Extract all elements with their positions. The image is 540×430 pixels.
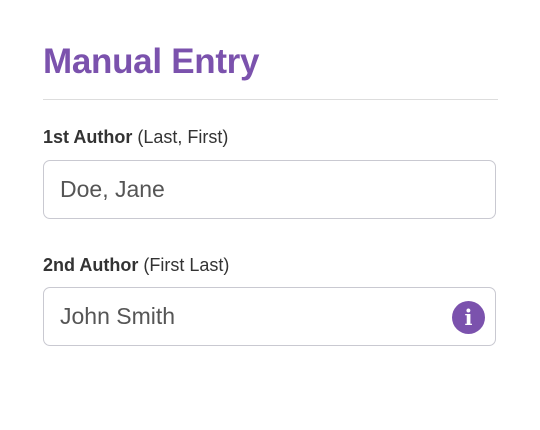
first-author-input[interactable]: [44, 161, 495, 218]
second-author-label: 2nd Author (First Last): [43, 256, 229, 274]
second-author-field[interactable]: i: [43, 287, 496, 346]
first-author-label: 1st Author (Last, First): [43, 128, 228, 146]
second-author-input[interactable]: [44, 288, 495, 345]
manual-entry-panel: Manual Entry 1st Author (Last, First) 2n…: [0, 0, 540, 430]
section-title: Manual Entry: [43, 42, 260, 81]
first-author-label-text: 1st Author: [43, 127, 133, 147]
info-icon[interactable]: i: [452, 301, 485, 334]
first-author-field[interactable]: [43, 160, 496, 219]
second-author-label-text: 2nd Author: [43, 255, 139, 275]
first-author-format-hint: (Last, First): [137, 127, 229, 147]
second-author-format-hint: (First Last): [143, 255, 230, 275]
title-divider: [43, 99, 498, 100]
